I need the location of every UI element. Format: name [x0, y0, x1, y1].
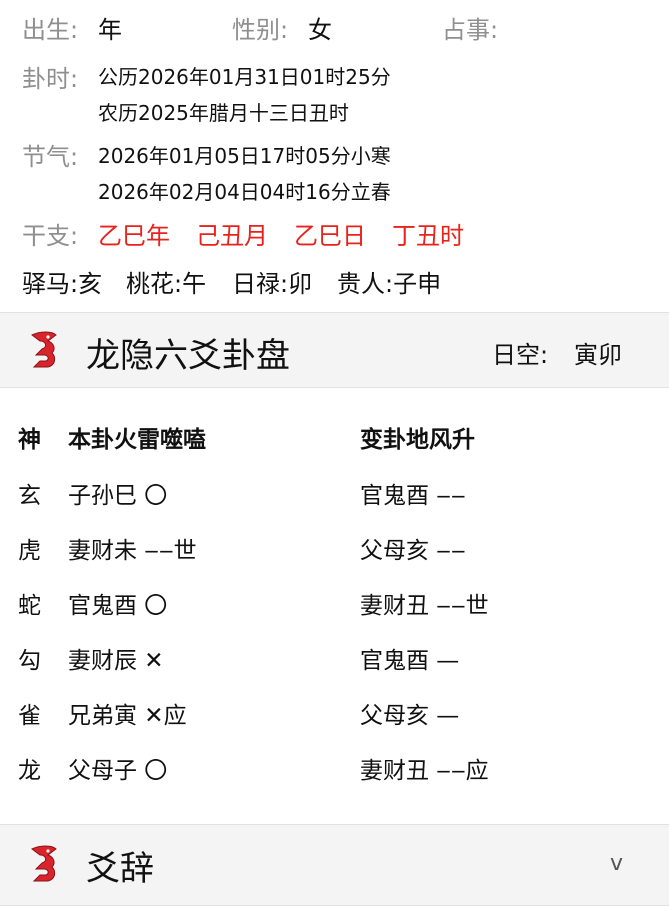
- solar-term-label: 节气:: [22, 143, 79, 171]
- row-changed: 官鬼酉 ‒‒: [360, 483, 466, 509]
- header-changed-hexagram: 变卦地风升: [360, 427, 475, 453]
- yaoci-section-header[interactable]: 爻辞 v: [0, 824, 669, 906]
- row-changed: 妻财丑 ‒‒世: [360, 593, 489, 619]
- row-main: 妻财未 ‒‒世: [68, 538, 197, 564]
- row-god: 龙: [18, 758, 41, 784]
- time-label: 卦时:: [22, 65, 79, 93]
- ganzhi-label: 干支:: [22, 222, 79, 250]
- time-solar: 公历2026年01月31日01时25分: [98, 65, 391, 89]
- birth-label: 出生:: [22, 16, 79, 44]
- ganzhi-month: 己丑月: [196, 222, 268, 250]
- row-main: 官鬼酉 〇: [68, 593, 168, 619]
- row-god: 蛇: [18, 593, 41, 619]
- dragon-logo-icon: [31, 845, 57, 882]
- row-god: 雀: [18, 703, 41, 729]
- header-god: 神: [18, 427, 41, 453]
- ganzhi-day: 乙巳日: [294, 222, 366, 250]
- ganzhi-hour: 丁丑时: [392, 222, 464, 250]
- solar-term-2: 2026年02月04日04时16分立春: [98, 180, 391, 204]
- row-main: 子孙巳 〇: [68, 483, 168, 509]
- matter-label: 占事:: [442, 16, 499, 44]
- row-main: 父母子 〇: [68, 758, 168, 784]
- header-main-hexagram: 本卦火雷噬嗑: [68, 427, 206, 453]
- star-yima: 驿马:亥: [22, 270, 103, 298]
- rikong-label: 日空:: [492, 341, 549, 369]
- time-lunar: 农历2025年腊月十三日丑时: [98, 101, 349, 125]
- yaoci-title: 爻辞: [86, 849, 154, 889]
- row-god: 玄: [18, 483, 41, 509]
- row-main: 妻财辰 ✕: [68, 648, 164, 674]
- ganzhi-year: 乙巳年: [98, 222, 170, 250]
- gender-value: 女: [308, 16, 332, 44]
- star-guiren: 贵人:子申: [337, 270, 442, 298]
- panel-title: 龙隐六爻卦盘: [86, 336, 290, 376]
- solar-term-1: 2026年01月05日17时05分小寒: [98, 144, 391, 168]
- birth-value: 年: [98, 16, 122, 44]
- rikong-value: 寅卯: [574, 341, 622, 369]
- row-changed: 父母亥 —: [360, 703, 460, 729]
- gender-label: 性别:: [232, 16, 289, 44]
- row-changed: 父母亥 ‒‒: [360, 538, 466, 564]
- row-changed: 官鬼酉 —: [360, 648, 460, 674]
- row-god: 虎: [18, 538, 41, 564]
- star-rilu: 日禄:卯: [232, 270, 313, 298]
- star-taohua: 桃花:午: [126, 270, 207, 298]
- row-god: 勾: [18, 648, 41, 674]
- panel-header: 龙隐六爻卦盘 日空: 寅卯: [0, 312, 669, 388]
- dragon-logo-icon: [31, 331, 57, 368]
- row-changed: 妻财丑 ‒‒应: [360, 758, 489, 784]
- row-main: 兄弟寅 ✕应: [68, 703, 187, 729]
- chevron-down-icon[interactable]: v: [610, 851, 623, 876]
